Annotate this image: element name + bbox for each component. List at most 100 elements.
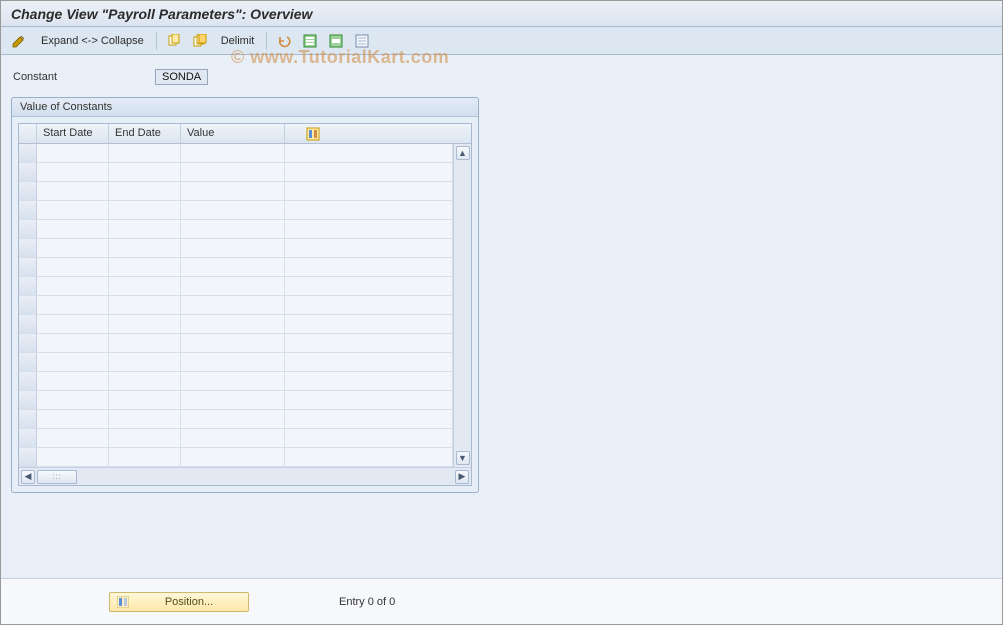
row-selector[interactable] — [19, 372, 37, 390]
copy-icon[interactable] — [163, 31, 185, 51]
cell-start-date[interactable] — [37, 220, 109, 238]
horizontal-scrollbar[interactable]: ◀ ::: ▶ — [19, 467, 471, 485]
row-selector[interactable] — [19, 144, 37, 162]
row-selector[interactable] — [19, 296, 37, 314]
cell-end-date[interactable] — [109, 429, 181, 447]
row-selector[interactable] — [19, 410, 37, 428]
cell-value[interactable] — [181, 391, 285, 409]
row-selector[interactable] — [19, 448, 37, 466]
cell-value[interactable] — [181, 182, 285, 200]
row-selector[interactable] — [19, 277, 37, 295]
cell-end-date[interactable] — [109, 353, 181, 371]
cell-value[interactable] — [181, 429, 285, 447]
cell-end-date[interactable] — [109, 258, 181, 276]
cell-value[interactable] — [181, 372, 285, 390]
cell-value[interactable] — [181, 315, 285, 333]
row-selector[interactable] — [19, 182, 37, 200]
row-selector[interactable] — [19, 391, 37, 409]
configure-columns-icon[interactable] — [303, 124, 323, 143]
cell-start-date[interactable] — [37, 372, 109, 390]
cell-start-date[interactable] — [37, 429, 109, 447]
cell-start-date[interactable] — [37, 334, 109, 352]
cell-end-date[interactable] — [109, 410, 181, 428]
cell-start-date[interactable] — [37, 448, 109, 466]
cell-end-date[interactable] — [109, 391, 181, 409]
table-row — [19, 258, 453, 277]
row-selector[interactable] — [19, 201, 37, 219]
expand-collapse-button[interactable]: Expand <-> Collapse — [35, 35, 150, 47]
select-all-icon[interactable] — [299, 31, 321, 51]
row-selector[interactable] — [19, 239, 37, 257]
scroll-up-icon[interactable]: ▲ — [456, 146, 470, 160]
cell-start-date[interactable] — [37, 296, 109, 314]
cell-value[interactable] — [181, 296, 285, 314]
cell-extra — [285, 429, 453, 447]
undo-icon[interactable] — [273, 31, 295, 51]
cell-value[interactable] — [181, 144, 285, 162]
cell-value[interactable] — [181, 334, 285, 352]
cell-end-date[interactable] — [109, 372, 181, 390]
cell-start-date[interactable] — [37, 277, 109, 295]
cell-start-date[interactable] — [37, 258, 109, 276]
cell-value[interactable] — [181, 163, 285, 181]
col-end-date[interactable]: End Date — [109, 124, 181, 143]
cell-start-date[interactable] — [37, 353, 109, 371]
cell-start-date[interactable] — [37, 239, 109, 257]
cell-value[interactable] — [181, 448, 285, 466]
cell-end-date[interactable] — [109, 315, 181, 333]
col-start-date[interactable]: Start Date — [37, 124, 109, 143]
select-block-icon[interactable] — [325, 31, 347, 51]
cell-end-date[interactable] — [109, 334, 181, 352]
scroll-track[interactable] — [79, 470, 453, 484]
cell-value[interactable] — [181, 239, 285, 257]
cell-value[interactable] — [181, 353, 285, 371]
cell-end-date[interactable] — [109, 448, 181, 466]
cell-end-date[interactable] — [109, 296, 181, 314]
cell-end-date[interactable] — [109, 277, 181, 295]
scroll-down-icon[interactable]: ▼ — [456, 451, 470, 465]
vertical-scrollbar[interactable]: ▲ ▼ — [453, 144, 471, 467]
scroll-track[interactable] — [456, 162, 470, 449]
row-selector[interactable] — [19, 334, 37, 352]
cell-end-date[interactable] — [109, 163, 181, 181]
row-selector[interactable] — [19, 429, 37, 447]
col-value[interactable]: Value — [181, 124, 285, 143]
cell-start-date[interactable] — [37, 182, 109, 200]
cell-end-date[interactable] — [109, 182, 181, 200]
cell-start-date[interactable] — [37, 163, 109, 181]
cell-start-date[interactable] — [37, 144, 109, 162]
constant-field-row: Constant SONDA — [13, 69, 992, 85]
cell-end-date[interactable] — [109, 201, 181, 219]
grid-header: Start Date End Date Value — [19, 124, 471, 144]
row-selector[interactable] — [19, 220, 37, 238]
table-row — [19, 239, 453, 258]
display-change-icon[interactable] — [7, 31, 31, 51]
copy-all-icon[interactable] — [189, 31, 211, 51]
cell-value[interactable] — [181, 258, 285, 276]
cell-end-date[interactable] — [109, 144, 181, 162]
table-row — [19, 448, 453, 467]
cell-start-date[interactable] — [37, 201, 109, 219]
scroll-left-icon[interactable]: ◀ — [21, 470, 35, 484]
grid-select-all-header[interactable] — [19, 124, 37, 143]
deselect-all-icon[interactable] — [351, 31, 373, 51]
position-button[interactable]: Position... — [109, 592, 249, 612]
row-selector[interactable] — [19, 315, 37, 333]
row-selector[interactable] — [19, 163, 37, 181]
cell-value[interactable] — [181, 410, 285, 428]
delimit-button[interactable]: Delimit — [215, 35, 261, 47]
cell-value[interactable] — [181, 277, 285, 295]
row-selector[interactable] — [19, 353, 37, 371]
cell-value[interactable] — [181, 220, 285, 238]
cell-end-date[interactable] — [109, 239, 181, 257]
position-icon — [116, 595, 130, 609]
cell-start-date[interactable] — [37, 391, 109, 409]
cell-value[interactable] — [181, 201, 285, 219]
scroll-right-icon[interactable]: ▶ — [455, 470, 469, 484]
table-row — [19, 182, 453, 201]
cell-start-date[interactable] — [37, 315, 109, 333]
cell-start-date[interactable] — [37, 410, 109, 428]
cell-end-date[interactable] — [109, 220, 181, 238]
row-selector[interactable] — [19, 258, 37, 276]
scroll-thumb[interactable]: ::: — [37, 470, 77, 484]
